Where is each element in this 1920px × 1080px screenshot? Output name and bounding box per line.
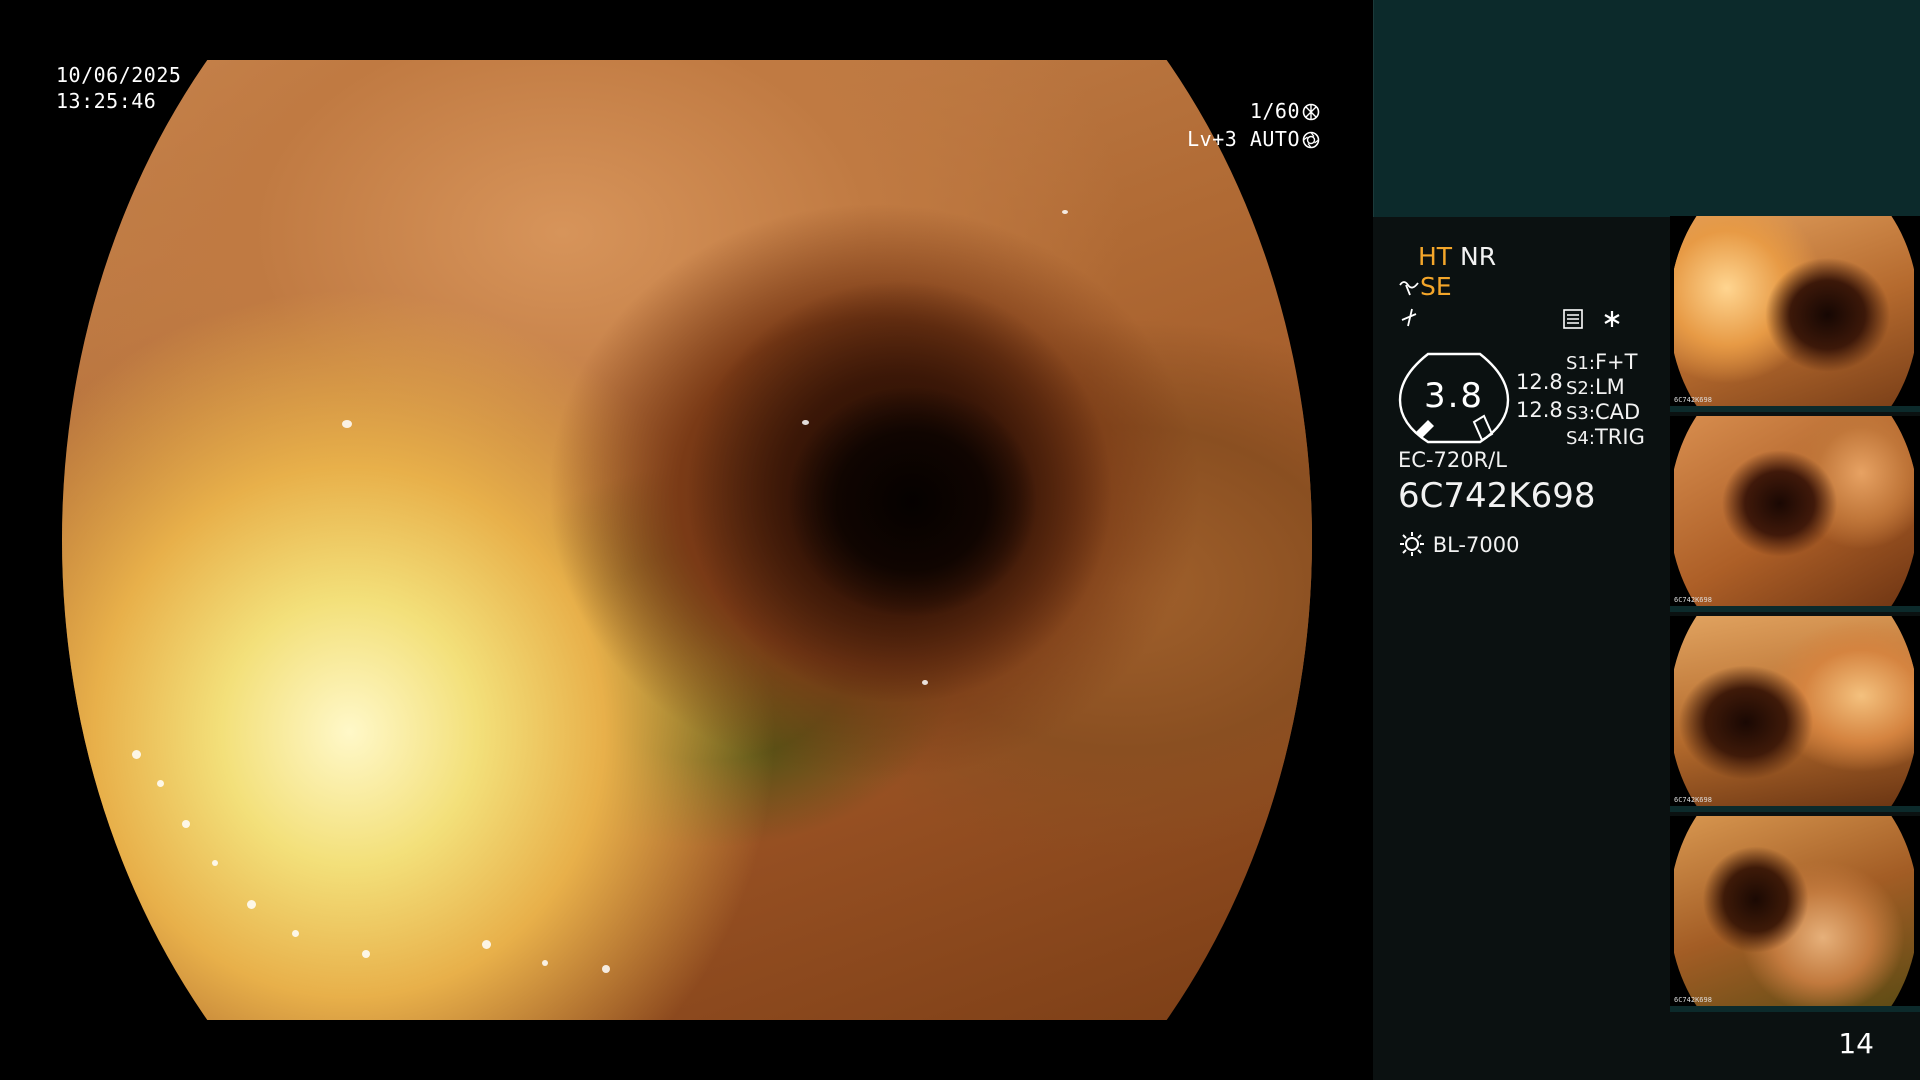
thumbnail-caption: 6C742K698	[1674, 996, 1712, 1004]
mode-row-2: SE	[1398, 272, 1452, 301]
light-source-model: BL-7000	[1432, 533, 1520, 557]
gauge-bottom-reading: 12.8	[1516, 398, 1563, 422]
mode-row-1: HT NR	[1418, 242, 1496, 271]
memo-icon	[1563, 309, 1583, 329]
setting-s3: S3:CAD	[1566, 400, 1641, 424]
structure-enhance-icon	[1399, 281, 1419, 296]
ht-mode: HT	[1418, 242, 1453, 271]
gauge-value: 3.8	[1423, 376, 1485, 416]
thumbnail-4[interactable]: 6C742K698	[1670, 816, 1920, 1012]
shutter-readout: 1/60	[1150, 98, 1320, 124]
page-number: 14	[1838, 1027, 1874, 1060]
thumbnail-caption: 6C742K698	[1674, 596, 1712, 604]
shutter-icon	[1302, 103, 1320, 121]
thumbnail-image	[1674, 416, 1914, 606]
exam-time: 13:25:46	[56, 89, 157, 113]
setting-s1: S1:F+T	[1566, 350, 1638, 374]
color-enhance-row	[1398, 306, 1420, 334]
panel-header-area	[1373, 0, 1920, 217]
thumbnail-caption: 6C742K698	[1674, 796, 1712, 804]
light-source-icon	[1400, 532, 1424, 556]
asterisk-icon	[1604, 311, 1620, 327]
gauge-top-reading: 12.8	[1516, 370, 1563, 394]
iris-readout: Lv+3 AUTO	[1150, 126, 1320, 152]
main-endoscope-view: 10/06/2025 13:25:46 1/60 Lv+3 AUTO	[0, 0, 1373, 1080]
thumbnail-image	[1674, 816, 1914, 1006]
memo-row	[1562, 308, 1623, 334]
scope-model: EC-720R/L	[1398, 448, 1507, 472]
endoscopy-screen: 10/06/2025 13:25:46 1/60 Lv+3 AUTO HT NR…	[0, 0, 1920, 1080]
color-enhance-icon	[1401, 308, 1417, 327]
thumbnail-image	[1674, 616, 1914, 806]
thumbnail-bar	[1670, 606, 1920, 612]
thumbnail-bar	[1670, 406, 1920, 412]
exam-date: 10/06/2025	[56, 63, 182, 87]
thumbnail-2[interactable]: 6C742K698	[1670, 416, 1920, 612]
live-endoscope-image	[62, 60, 1312, 1020]
se-mode: SE	[1420, 272, 1452, 301]
scope-serial: 6C742K698	[1398, 476, 1596, 516]
thumbnail-bar	[1670, 806, 1920, 812]
info-panel: HT NR SE 3.8 12.8 12.8 S1:F+T S2:LM S3:C…	[1373, 0, 1920, 1080]
iris-icon	[1302, 131, 1320, 149]
magnification-gauge: 3.8	[1398, 352, 1510, 444]
thumbnail-image	[1674, 216, 1914, 406]
brightness-level: Lv+3	[1187, 127, 1238, 151]
thumbnail-1[interactable]: 6C742K698	[1670, 216, 1920, 412]
iris-mode: AUTO	[1249, 127, 1300, 151]
thumbnail-bar	[1670, 1006, 1920, 1012]
shutter-speed: 1/60	[1249, 99, 1300, 123]
thumbnail-3[interactable]: 6C742K698	[1670, 616, 1920, 812]
setting-s4: S4:TRIG	[1566, 425, 1645, 449]
setting-s2: S2:LM	[1566, 375, 1625, 399]
nr-mode: NR	[1460, 242, 1497, 271]
thumbnail-caption: 6C742K698	[1674, 396, 1712, 404]
light-source-row: BL-7000	[1398, 530, 1519, 558]
